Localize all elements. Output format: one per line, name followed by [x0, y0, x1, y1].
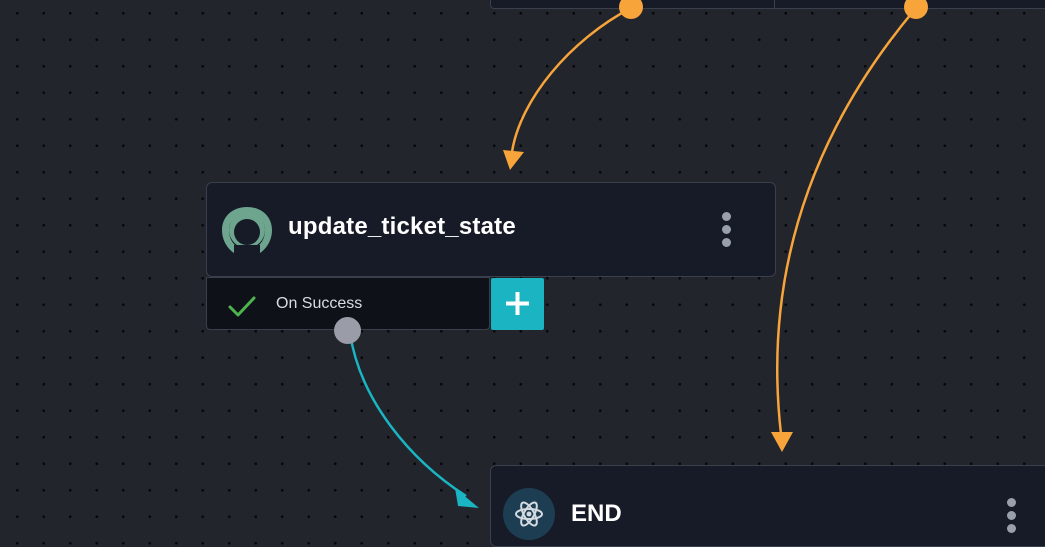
outcome-label: On Success: [276, 295, 363, 312]
source-handle[interactable]: [619, 0, 643, 19]
source-handle[interactable]: [904, 0, 928, 19]
outcome-connection-handle[interactable]: [334, 317, 361, 344]
edge-to-end[interactable]: [776, 7, 917, 435]
atom-icon: [503, 488, 555, 540]
app-logo-icon: [220, 205, 274, 255]
node-title: END: [571, 500, 622, 527]
edge-on-success-to-end[interactable]: [348, 332, 467, 498]
node-menu-icon[interactable]: [1003, 496, 1019, 536]
plus-icon: [506, 292, 529, 315]
checkmark-icon: [225, 291, 259, 321]
workflow-canvas[interactable]: update_ticket_state On Success END: [0, 0, 1045, 547]
node-menu-icon[interactable]: [718, 210, 734, 252]
edge-arrowhead: [771, 432, 793, 452]
edge-to-update-ticket-state[interactable]: [510, 6, 632, 153]
node-end[interactable]: END: [490, 465, 1045, 547]
node-title: update_ticket_state: [288, 213, 516, 240]
add-outcome-button[interactable]: [491, 278, 544, 330]
edge-arrowhead: [503, 150, 524, 170]
node-update-ticket-state[interactable]: update_ticket_state: [206, 182, 776, 277]
